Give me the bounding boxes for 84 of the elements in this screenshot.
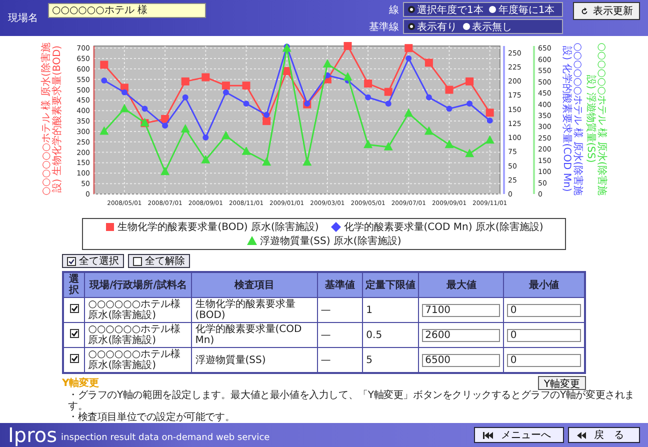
table-cell: 1 <box>362 298 419 322</box>
column-header: 定量下限値 <box>362 272 419 298</box>
legend-label: 生物化学的酸素要求量(BOD) 原水(除害施設) <box>118 220 319 234</box>
column-header: 選択 <box>63 272 85 298</box>
table-cell: — <box>317 298 363 322</box>
data-point-marker <box>243 100 250 107</box>
table-cell: 化学的酸素要求量(COD Mn) <box>192 322 318 348</box>
select-all-button[interactable]: 全て選択 <box>62 254 124 268</box>
data-point-marker <box>201 154 210 164</box>
column-header: 現場/行政場所/試料名 <box>84 272 192 298</box>
radio-option[interactable]: 表示無し <box>463 20 512 34</box>
data-point-marker <box>364 80 372 88</box>
min-value-field[interactable]: 0 <box>507 304 581 316</box>
column-header: 最大値 <box>418 272 504 298</box>
skip-back-icon <box>483 432 493 438</box>
data-point-marker <box>100 126 109 135</box>
table-cell: 生物化学的酸素要求量(BOD) <box>192 298 318 322</box>
max-value-field[interactable]: 6500 <box>422 354 500 366</box>
data-point-marker <box>385 100 392 107</box>
note-text: ・グラフのY軸の範囲を設定します。最大値と最小値を入力して、「Y軸変更」ボタンをクリックするとグラフのY軸が変更されます。 <box>67 390 636 412</box>
data-point-marker <box>142 106 148 112</box>
site-name-field[interactable]: ○○○○○○ホテル 様 <box>48 2 206 18</box>
column-header: 最小値 <box>504 272 585 298</box>
legend-label: 化学的酸素要求量(COD Mn) 原水(除害施設) <box>344 220 544 234</box>
data-point-marker <box>446 106 452 112</box>
data-point-marker <box>404 108 414 117</box>
data-point-marker <box>426 94 432 100</box>
data-point-marker <box>444 140 454 148</box>
max-value-field[interactable]: 2600 <box>422 328 500 342</box>
column-header: 検査項目 <box>192 272 318 298</box>
rewind-icon <box>577 432 586 438</box>
refresh-icon <box>580 6 589 16</box>
data-point-marker <box>120 104 129 112</box>
min-value-field[interactable]: 0 <box>507 354 581 366</box>
legend-label: 浮遊物質量(SS) 原水(除害施設) <box>260 234 402 248</box>
data-point-marker <box>424 126 434 135</box>
radio-group-label: 基準線 <box>369 20 399 34</box>
data-point-marker <box>221 130 230 140</box>
data-point-marker <box>302 157 312 166</box>
data-point-marker <box>344 42 352 50</box>
checkbox[interactable] <box>70 354 79 363</box>
y-axis-change-button[interactable]: Y軸変更 <box>538 376 586 390</box>
logo: Ipros <box>8 423 58 447</box>
data-point-marker <box>365 94 372 100</box>
data-point-marker <box>242 146 251 155</box>
table-cell: ○○○○○○ホテル様原水(除害施設) <box>84 298 192 322</box>
data-point-marker <box>101 77 108 84</box>
select-all-button[interactable]: 全て解除 <box>128 254 190 268</box>
max-value-field[interactable]: 7100 <box>422 304 500 316</box>
y-axis-title: ○○○○○○ホテル 様 原水(除害施設) 生物化学的酸素要求量(BOD) <box>41 42 63 198</box>
note-text: ・検査項目単位での設定が可能です。 <box>67 412 236 423</box>
data-point-marker <box>322 58 332 68</box>
radio-option[interactable]: 年度毎に1本 <box>489 2 555 16</box>
data-point-marker <box>202 134 209 140</box>
radio-group-label: 線 <box>389 4 399 16</box>
data-point-marker <box>364 140 373 148</box>
checkbox[interactable] <box>70 329 79 338</box>
y-axis-title: ○○○○○○ホテル 様 原水(除害施設) 浮遊物質量(SS) <box>585 42 607 198</box>
y-axis-title: ○○○○○○ホテル 様 原水(除害施設) 化学的酸素要求量(COD Mn) <box>561 42 583 198</box>
table-cell: 0.5 <box>362 322 419 348</box>
data-point-marker <box>180 124 190 132</box>
data-point-marker <box>406 55 412 62</box>
radio-option[interactable]: 選択年度で1本 <box>408 2 484 16</box>
refresh-button[interactable]: 表示更新 <box>573 2 640 20</box>
data-point-marker <box>404 44 413 52</box>
data-point-marker <box>466 100 473 107</box>
data-point-marker <box>262 117 271 126</box>
data-point-marker <box>384 142 393 150</box>
tagline: inspection result data on-demand web service <box>61 433 270 443</box>
data-point-marker <box>465 148 474 158</box>
data-point-marker <box>485 135 494 144</box>
column-header: 基準値 <box>317 272 363 298</box>
site-label: 現場名 <box>8 12 38 25</box>
table-cell: — <box>317 322 363 348</box>
table-cell: ○○○○○○ホテル様原水(除害施設) <box>84 322 192 348</box>
data-point-marker <box>262 157 272 166</box>
data-point-marker <box>160 166 170 176</box>
data-point-marker <box>182 94 188 100</box>
min-value-field[interactable]: 0 <box>507 328 581 342</box>
radio-option[interactable]: 表示有り <box>408 20 457 34</box>
checkbox[interactable] <box>70 304 79 313</box>
notes-title: Y軸変更 <box>62 376 100 390</box>
back-button[interactable]: 戻 る <box>568 427 640 443</box>
menu-button[interactable]: メニューへ <box>474 427 564 443</box>
